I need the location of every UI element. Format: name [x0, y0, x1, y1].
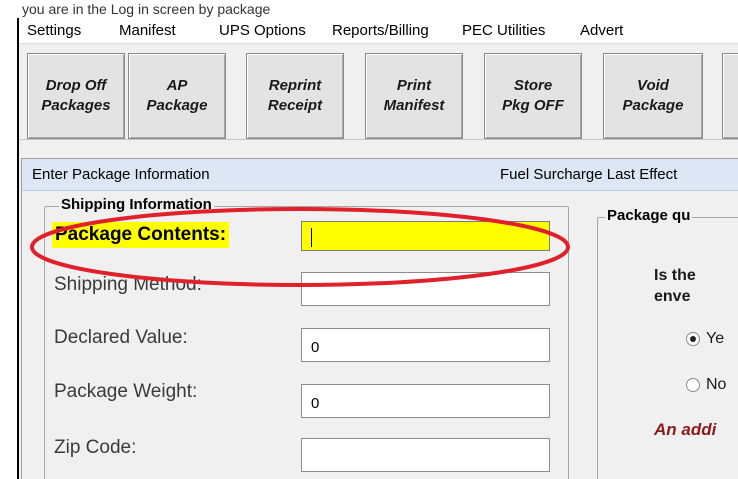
package-question-title: Package qu	[605, 207, 693, 225]
question-line-2: enve	[654, 288, 691, 305]
button-label-line2: Package	[146, 97, 208, 114]
fuel-surcharge-label: Fuel Surcharge Last Effect	[500, 166, 678, 183]
store-pkg-off-button[interactable]: Store Pkg OFF	[484, 53, 582, 139]
button-label-line1: Store	[513, 77, 553, 94]
question-line-1: Is the	[654, 267, 696, 284]
panel-header: Enter Package Information Fuel Surcharge…	[22, 159, 738, 191]
declared-value-label: Declared Value:	[54, 327, 188, 348]
button-label-line2: Pkg OFF	[502, 97, 564, 114]
menu-reports-billing[interactable]: Reports/Billing	[332, 21, 429, 41]
no-radio-label: No	[706, 376, 727, 393]
package-weight-label: Package Weight:	[54, 381, 198, 402]
button-label-line2: Package	[622, 97, 684, 114]
zip-code-label: Zip Code:	[54, 437, 137, 458]
text-cursor	[311, 228, 312, 247]
package-contents-label: Package Contents:	[52, 222, 230, 248]
no-radio[interactable]	[686, 378, 700, 392]
button-label-line1: Reprint	[268, 77, 322, 94]
menu-settings[interactable]: Settings	[27, 21, 81, 41]
reprint-receipt-button[interactable]: Reprint Receipt	[246, 53, 344, 139]
package-contents-input[interactable]	[301, 221, 550, 251]
package-weight-field[interactable]: 0	[301, 384, 550, 418]
button-label-line2: Manifest	[383, 97, 445, 114]
menu-pec-utilities[interactable]: PEC Utilities	[462, 21, 545, 41]
button-label-line1: AP	[166, 77, 188, 94]
panel-title: Enter Package Information	[32, 166, 210, 183]
yes-radio[interactable]	[686, 332, 700, 346]
menu-bar: Settings Manifest UPS Options Reports/Bi…	[19, 18, 738, 44]
caption-text: you are in the Log in screen by package	[0, 0, 738, 18]
toolbar-button-partial[interactable]	[722, 53, 738, 139]
application-window: Settings Manifest UPS Options Reports/Bi…	[17, 18, 738, 479]
menu-manifest[interactable]: Manifest	[119, 21, 176, 41]
button-label-line1: Drop Off	[45, 77, 107, 94]
shipping-information-title: Shipping Information	[59, 196, 214, 214]
button-label-line2: Receipt	[267, 97, 323, 114]
void-package-button[interactable]: Void Package	[603, 53, 703, 139]
button-label-line2: Packages	[41, 97, 111, 114]
button-label-line1: Print	[396, 77, 432, 94]
menu-ups-options[interactable]: UPS Options	[219, 21, 306, 41]
additional-note: An addi	[654, 420, 717, 439]
button-label-line1: Void	[637, 77, 669, 94]
drop-off-packages-button[interactable]: Drop Off Packages	[27, 53, 125, 139]
print-manifest-button[interactable]: Print Manifest	[365, 53, 463, 139]
yes-radio-label: Ye	[706, 330, 725, 347]
shipping-method-field[interactable]	[301, 272, 550, 306]
toolbar: Drop Off Packages AP Package Reprint Receip…	[19, 44, 738, 140]
package-information-panel: Enter Package Information Fuel Surcharge…	[21, 158, 738, 479]
shipping-method-label: Shipping Method:	[54, 274, 202, 295]
ap-package-button[interactable]: AP Package	[128, 53, 226, 139]
declared-value-field[interactable]: 0	[301, 328, 550, 362]
menu-advertising[interactable]: Advert	[580, 21, 623, 41]
zip-code-field[interactable]	[301, 438, 550, 472]
